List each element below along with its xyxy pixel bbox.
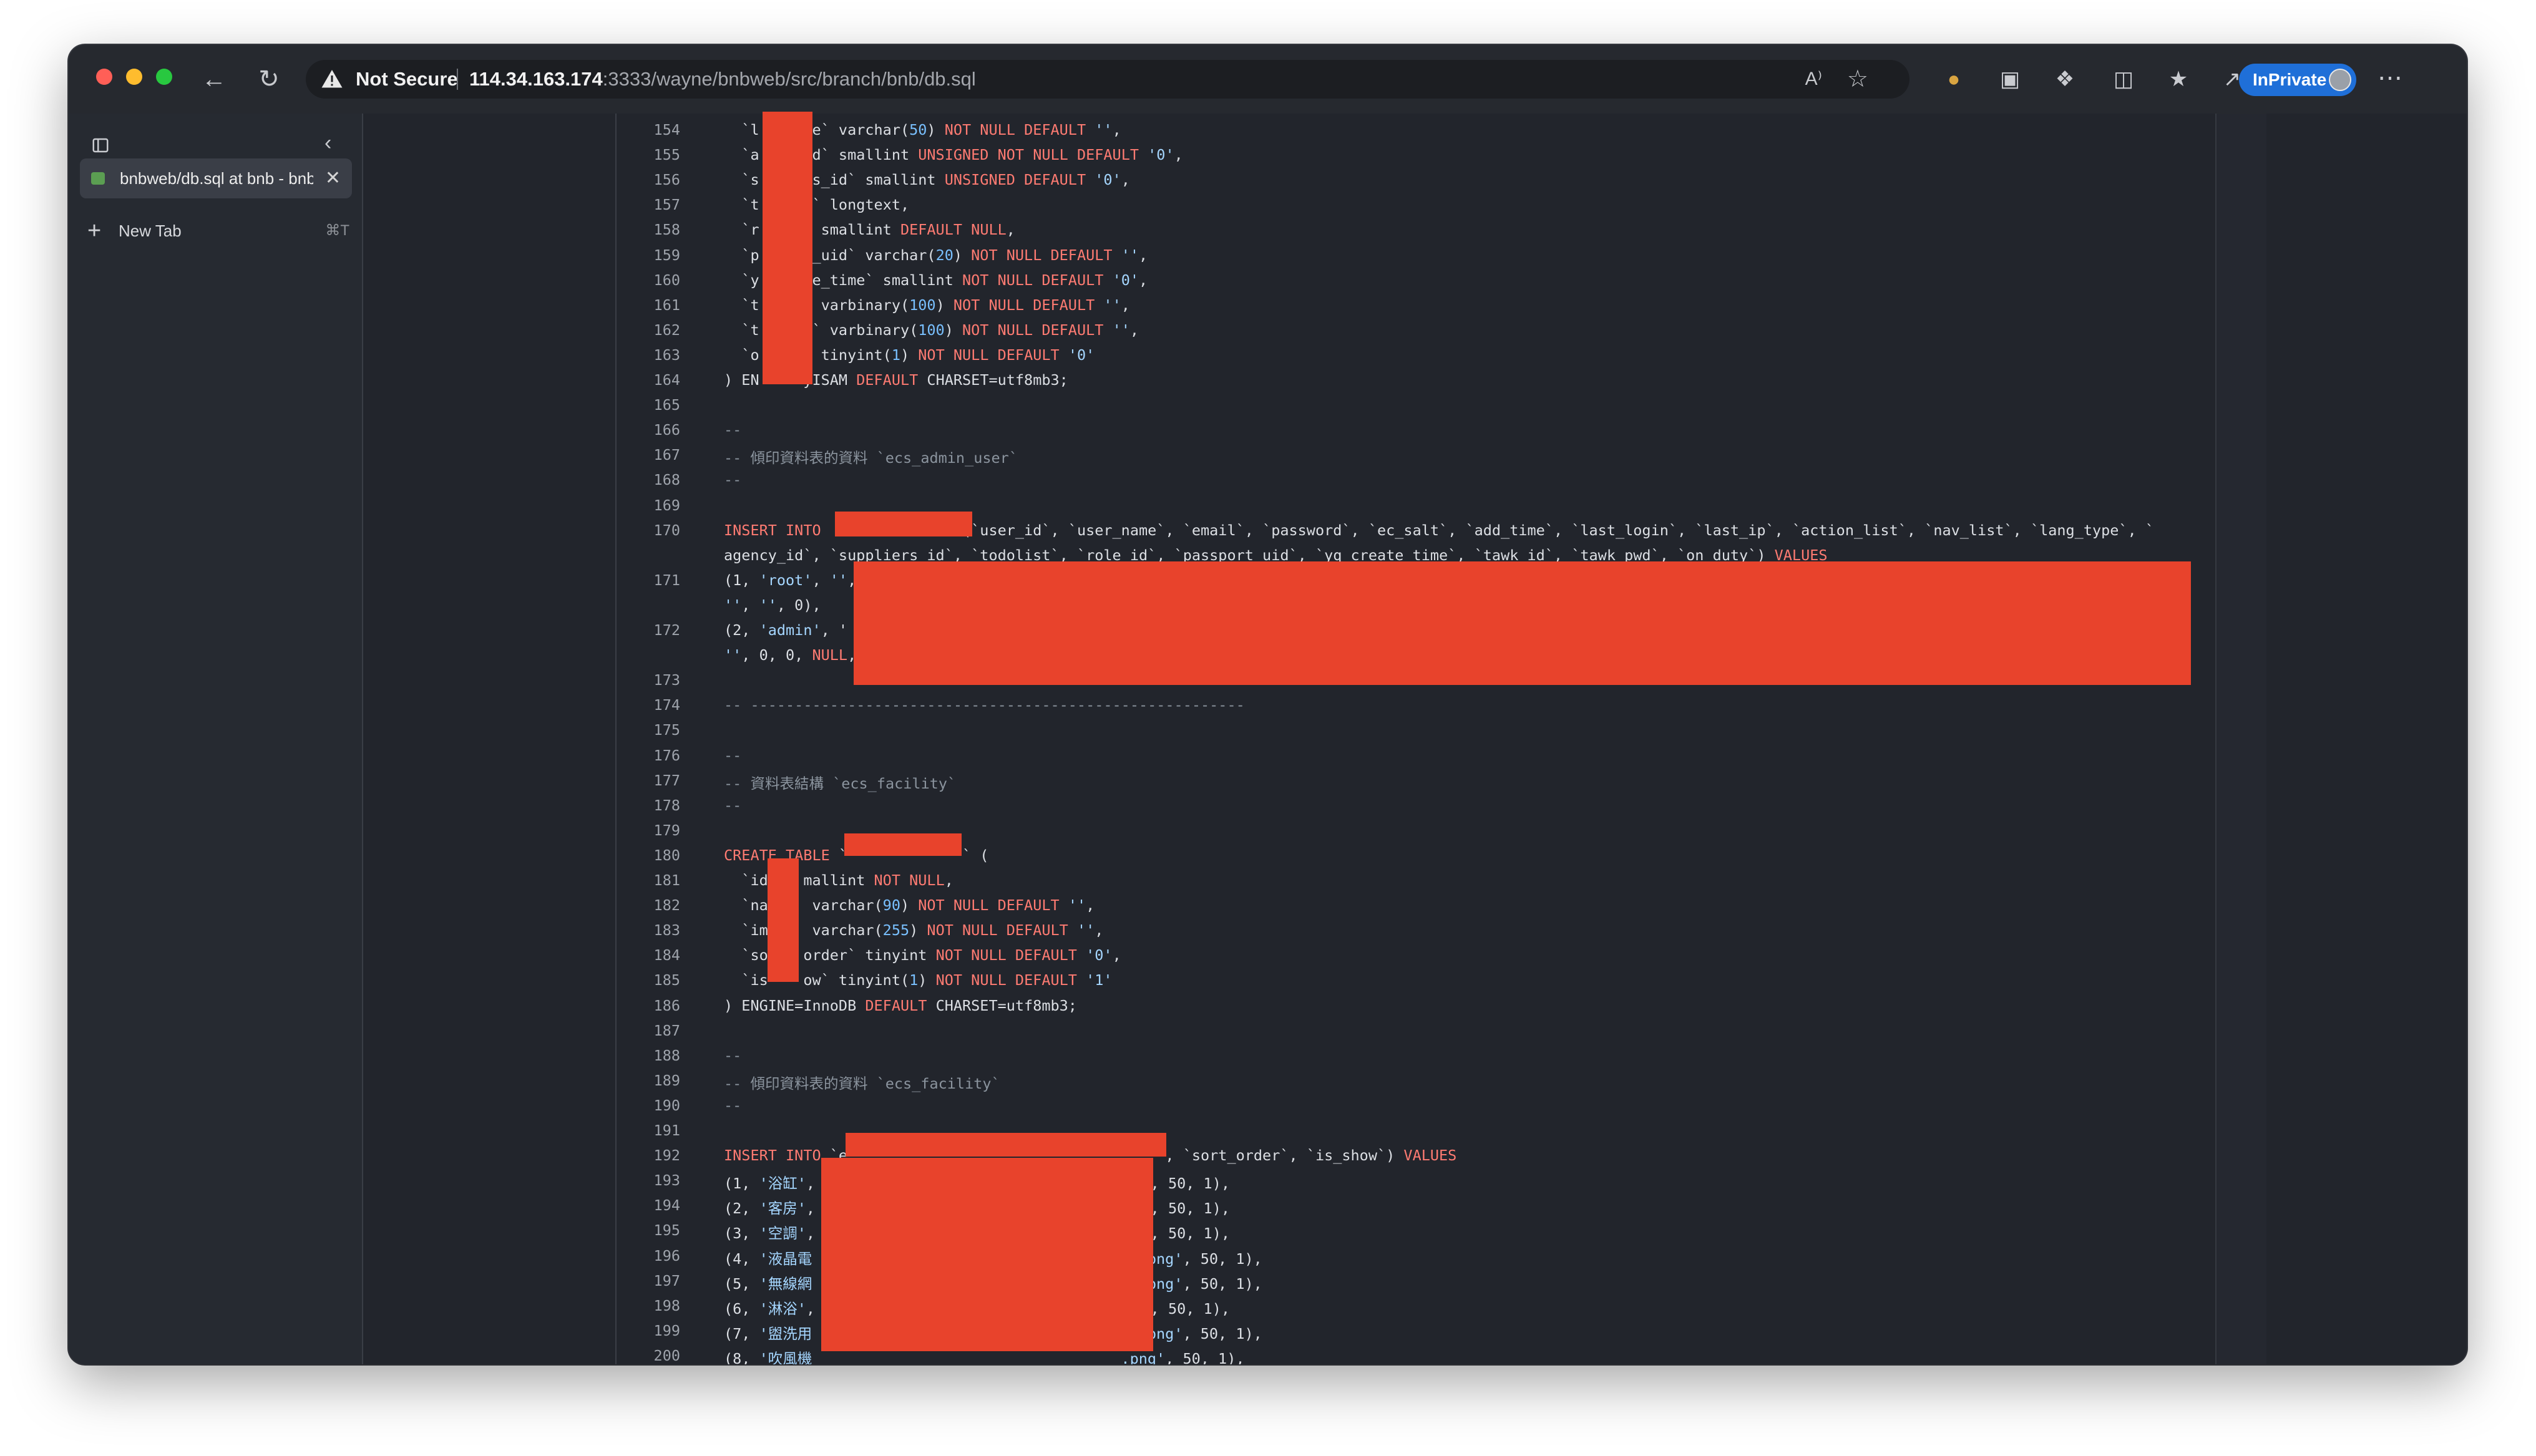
line-number[interactable]: 174 — [618, 696, 680, 714]
line-number[interactable]: 156 — [618, 171, 680, 188]
line-number[interactable]: 179 — [618, 822, 680, 839]
line-number[interactable]: 162 — [618, 321, 680, 339]
redaction-box — [844, 833, 962, 856]
code-line: -- — [724, 1046, 742, 1064]
code-line: -- 傾印資料表的資料 `ecs_admin_user` — [724, 449, 1018, 467]
line-number[interactable]: 192 — [618, 1147, 680, 1164]
line-number[interactable]: 189 — [618, 1072, 680, 1089]
line-number[interactable]: 173 — [618, 671, 680, 689]
code-line: -- — [724, 1096, 742, 1114]
line-number[interactable]: 197 — [618, 1272, 680, 1289]
line-number[interactable]: 166 — [618, 421, 680, 439]
code-line: -- — [724, 421, 742, 439]
line-number[interactable]: 154 — [618, 121, 680, 138]
line-number[interactable]: 155 — [618, 146, 680, 163]
code-line: '', 0, 0, NULL, — [724, 646, 857, 664]
line-number[interactable]: 185 — [618, 971, 680, 989]
line-number[interactable]: 178 — [618, 797, 680, 814]
line-number[interactable]: 187 — [618, 1022, 680, 1039]
line-number[interactable]: 164 — [618, 371, 680, 389]
line-number[interactable]: 198 — [618, 1297, 680, 1314]
line-number[interactable]: 171 — [618, 571, 680, 589]
line-number[interactable]: 188 — [618, 1047, 680, 1064]
line-number[interactable]: 168 — [618, 471, 680, 488]
line-number[interactable]: 199 — [618, 1322, 680, 1339]
redaction-box — [846, 1133, 1166, 1157]
line-number[interactable]: 181 — [618, 871, 680, 889]
browser-window: ← ↻ Not Secure 114.34.163.174:3333/wayne… — [69, 45, 2467, 1364]
code-line: (1, 'root', '', — [724, 571, 857, 589]
redaction-box — [835, 512, 972, 536]
redaction-box — [821, 1158, 1153, 1351]
redaction-box — [763, 112, 812, 384]
line-number[interactable]: 193 — [618, 1172, 680, 1189]
line-number[interactable]: 186 — [618, 997, 680, 1014]
line-number[interactable]: 170 — [618, 522, 680, 539]
line-number[interactable]: 158 — [618, 221, 680, 238]
line-number[interactable]: 163 — [618, 346, 680, 364]
line-number[interactable]: 180 — [618, 847, 680, 864]
code-line: (2, 'admin', ' — [724, 621, 848, 639]
line-number[interactable]: 196 — [618, 1247, 680, 1264]
code-line: '', '', 0), — [724, 596, 821, 614]
code-line: -- 傾印資料表的資料 `ecs_facility` — [724, 1074, 1000, 1092]
code-line: -- -------------------------------------… — [724, 696, 1245, 714]
code-line: `id mallint NOT NULL, — [724, 871, 953, 889]
line-number[interactable]: 175 — [618, 721, 680, 739]
code-viewer: 154 `l pe` varchar(50) NOT NULL DEFAULT … — [69, 45, 2467, 1364]
line-number[interactable]: 161 — [618, 296, 680, 314]
line-number[interactable]: 176 — [618, 747, 680, 764]
line-number[interactable]: 160 — [618, 271, 680, 289]
line-number[interactable]: 165 — [618, 396, 680, 414]
code-line: `t t` longtext, — [724, 196, 910, 214]
code-line: -- — [724, 746, 742, 764]
code-line: -- — [724, 471, 742, 489]
line-number[interactable]: 169 — [618, 497, 680, 514]
code-line: ) ENGINE=InnoDB DEFAULT CHARSET=utf8mb3; — [724, 996, 1077, 1014]
code-line: -- — [724, 796, 742, 814]
code-line: -- 資料表結構 `ecs_facility` — [724, 774, 957, 792]
line-number[interactable]: 200 — [618, 1347, 680, 1364]
line-number[interactable]: 167 — [618, 446, 680, 463]
line-number[interactable]: 172 — [618, 621, 680, 639]
line-number[interactable]: 190 — [618, 1097, 680, 1114]
line-number[interactable]: 177 — [618, 772, 680, 789]
line-number[interactable]: 194 — [618, 1196, 680, 1214]
line-number[interactable]: 183 — [618, 921, 680, 939]
line-number[interactable]: 191 — [618, 1122, 680, 1139]
redaction-box — [854, 561, 2191, 685]
line-number[interactable]: 157 — [618, 196, 680, 213]
line-number[interactable]: 184 — [618, 946, 680, 964]
redaction-box — [768, 858, 799, 982]
line-number[interactable]: 182 — [618, 896, 680, 914]
line-number[interactable]: 159 — [618, 246, 680, 264]
line-number[interactable]: 195 — [618, 1221, 680, 1239]
